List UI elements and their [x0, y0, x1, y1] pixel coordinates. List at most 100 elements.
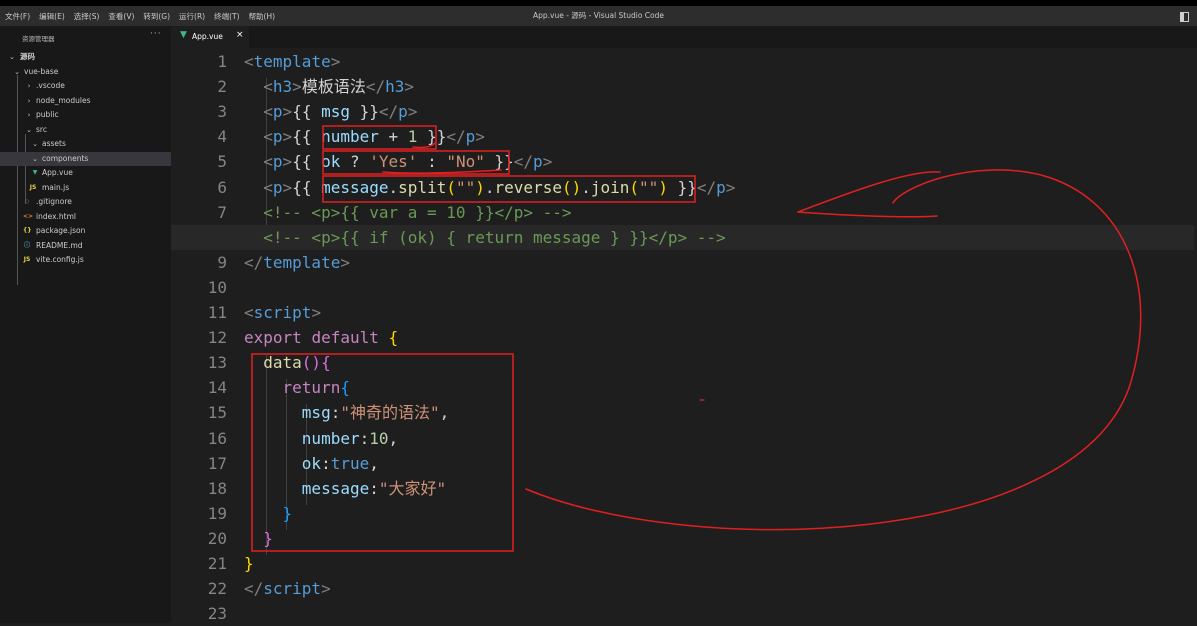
code-line[interactable]: }	[244, 551, 254, 576]
code-token: 模板语法	[301, 77, 366, 97]
line-number: 1	[217, 52, 227, 71]
code-token: >	[475, 127, 485, 147]
code-token: split	[398, 177, 447, 197]
code-token: template	[263, 252, 341, 272]
code-token: <	[263, 152, 273, 172]
code-token: :	[321, 453, 331, 473]
tree-folder-public[interactable]: › public	[0, 108, 171, 123]
code-line[interactable]: }	[244, 501, 293, 526]
code-line[interactable]: <template>	[244, 49, 340, 74]
code-token: <	[263, 177, 273, 197]
tree-file-gitignore[interactable]: ◇ .gitignore	[0, 195, 171, 210]
tree-file-vite-config[interactable]: JS vite.config.js	[0, 253, 171, 268]
tree-file-main-js[interactable]: JS main.js	[0, 181, 171, 196]
menu-item[interactable]: 终端(T)	[214, 11, 239, 22]
more-actions-icon[interactable]: ···	[150, 29, 162, 39]
code-token: p	[398, 102, 408, 122]
tree-root-folder[interactable]: ⌄ 源码	[0, 50, 171, 65]
code-token: script	[263, 579, 322, 599]
code-token: {	[321, 353, 331, 373]
menu-item[interactable]: 查看(V)	[108, 11, 134, 22]
code-line[interactable]: </template>	[244, 250, 350, 275]
toggle-sidebar-icon[interactable]	[1180, 12, 1189, 22]
code-token: script	[253, 303, 312, 322]
code-token: }}	[350, 102, 379, 122]
tree-file-readme[interactable]: ⓘ README.md	[0, 239, 171, 254]
code-token: {{	[292, 127, 322, 147]
menu-item[interactable]: 选择(S)	[74, 11, 100, 22]
code-token: >	[311, 303, 322, 322]
code-line[interactable]: <!-- <p>{{ var a = 10 }}</p> -->	[244, 200, 572, 225]
tree-folder-vscode[interactable]: › .vscode	[0, 79, 171, 94]
code-token: }	[263, 528, 273, 548]
code-line[interactable]: <h3>模板语法</h3>	[244, 74, 414, 99]
code-line[interactable]: <!-- <p>{{ if (ok) { return message } }}…	[171, 224, 1194, 250]
code-token: reverse	[494, 177, 562, 197]
code-token: {	[388, 328, 399, 348]
code-token: <	[263, 77, 273, 97]
line-number: 7	[217, 202, 227, 222]
vue-file-icon: ▼	[32, 169, 38, 176]
chevron-right-icon: ›	[27, 96, 31, 105]
code-token: <	[244, 303, 254, 322]
explorer-header: 资源管理器 ···	[0, 26, 171, 48]
code-token: ""	[639, 177, 659, 197]
code-line[interactable]: msg:"神奇的语法",	[244, 400, 449, 425]
code-token: </	[513, 152, 534, 172]
code-line[interactable]: return{	[244, 375, 350, 400]
code-line[interactable]: <p>{{ number + 1 }}</p>	[244, 124, 485, 149]
code-line[interactable]: export default {	[244, 325, 398, 350]
menu-item[interactable]: 文件(F)	[5, 11, 30, 22]
code-line[interactable]: <p>{{ ok ? 'Yes' : "No" }}</p>	[244, 149, 552, 174]
code-token: <!-- <p>{{ if (ok) { return message } }}…	[244, 227, 726, 247]
code-line[interactable]: message:"大家好"	[244, 476, 446, 501]
code-token: .	[484, 177, 495, 197]
menu-item[interactable]: 运行(R)	[179, 11, 205, 22]
code-token: p	[716, 177, 726, 197]
code-token: h3	[385, 77, 405, 97]
menu-item[interactable]: 编辑(E)	[39, 11, 65, 22]
tab-app-vue[interactable]: ▼ App.vue ×	[171, 26, 249, 48]
tree-folder-assets[interactable]: ⌄ assets	[0, 137, 171, 152]
code-token: {	[340, 378, 350, 398]
code-line[interactable]: ok:true,	[244, 451, 379, 476]
code-line[interactable]: <script>	[244, 300, 321, 325]
code-line[interactable]: number:10,	[244, 426, 398, 451]
menu-bar: 文件(F) 编辑(E) 选择(S) 查看(V) 转到(G) 运行(R) 终端(T) 帮助(H)…	[0, 6, 1197, 26]
code-token: </	[378, 102, 399, 122]
tree-file-package-json[interactable]: {} package.json	[0, 224, 171, 239]
code-token: <!-- <p>{{ var a = 10 }}</p> -->	[244, 202, 572, 222]
tree-folder-src[interactable]: ⌄ src	[0, 123, 171, 138]
code-token: >	[321, 579, 331, 599]
code-token: }}	[667, 177, 697, 197]
code-editor[interactable]: 1234567891011121314151617181920212223 <t…	[171, 48, 1197, 623]
menu-item[interactable]: 帮助(H)	[249, 11, 276, 22]
code-token: )	[658, 177, 668, 197]
close-tab-icon[interactable]: ×	[236, 30, 244, 40]
line-number: 21	[207, 554, 227, 573]
chevron-down-icon: ⌄	[32, 140, 38, 148]
code-line[interactable]: }	[244, 526, 273, 551]
code-line[interactable]: <p>{{ msg }}</p>	[244, 99, 417, 124]
tree-folder-node-modules[interactable]: › node_modules	[0, 94, 171, 109]
tree-folder-components[interactable]: ⌄ components	[0, 151, 171, 166]
code-token: number	[301, 428, 360, 448]
code-token: }}	[417, 127, 447, 147]
tree-file-index-html[interactable]: <> index.html	[0, 210, 171, 225]
line-number: 13	[207, 353, 227, 373]
code-token: .	[388, 177, 399, 197]
code-token: 1	[407, 127, 418, 147]
tree-folder-vue-base[interactable]: ⌄ vue-base	[0, 65, 171, 80]
code-line[interactable]: </script>	[244, 576, 331, 601]
code-line[interactable]: <p>{{ message.split("").reverse().join("…	[244, 175, 735, 200]
tree-file-app-vue[interactable]: ▼ App.vue	[0, 166, 171, 181]
code-token: :	[359, 428, 370, 448]
menu-item[interactable]: 转到(G)	[143, 11, 170, 22]
code-token: </	[244, 579, 264, 599]
code-token: p	[533, 152, 543, 172]
code-line[interactable]: data(){	[244, 350, 331, 375]
